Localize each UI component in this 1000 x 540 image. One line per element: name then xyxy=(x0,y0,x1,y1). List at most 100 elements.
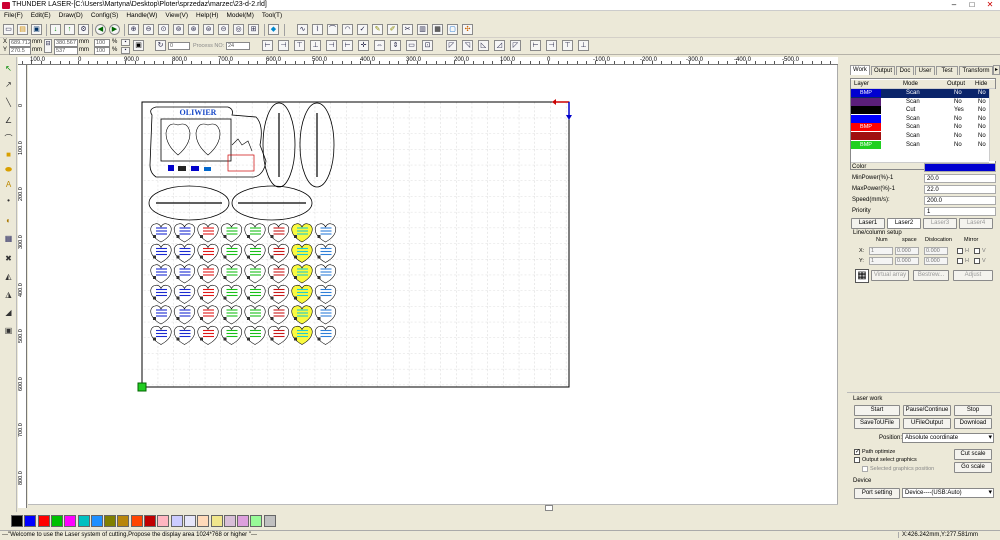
x-dislocation-field[interactable]: 0.000 xyxy=(924,247,948,255)
download-button[interactable]: Download xyxy=(954,418,992,429)
device-select[interactable]: Device----(USB:Auto) xyxy=(902,488,994,498)
open-file-icon[interactable]: ▤ xyxy=(17,24,28,35)
flip-tool-icon[interactable]: ◮ xyxy=(3,289,14,300)
palette-swatch[interactable] xyxy=(24,515,37,527)
node-tool-icon[interactable]: ↗ xyxy=(3,79,14,90)
layer-color-swatch[interactable] xyxy=(851,106,881,115)
layer-color-swatch[interactable]: BMP xyxy=(851,140,881,149)
cut-sort-icon[interactable]: ✂ xyxy=(402,24,413,35)
array-tool-icon[interactable]: ▣ xyxy=(3,325,14,336)
align-right-icon[interactable]: ⊣ xyxy=(278,40,289,51)
mirror-h-icon[interactable]: ▪ xyxy=(121,39,130,46)
stop-button[interactable]: Stop xyxy=(954,405,992,416)
cut-scale-button[interactable]: Cut scale xyxy=(954,449,992,460)
undo-icon[interactable]: ◀ xyxy=(95,24,106,35)
palette-swatch[interactable] xyxy=(210,515,223,527)
offset-icon[interactable]: ✐ xyxy=(387,24,398,35)
palette-swatch[interactable] xyxy=(37,515,50,527)
palette-swatch[interactable] xyxy=(223,515,236,527)
close-button[interactable]: ✕ xyxy=(981,0,999,10)
palette-swatch[interactable] xyxy=(144,515,156,527)
same-width-icon[interactable]: ⇔ xyxy=(374,40,385,51)
output-select-checkbox[interactable] xyxy=(854,457,860,463)
layer-color-swatch[interactable] xyxy=(924,163,996,172)
adjust-button[interactable]: Adjust xyxy=(953,270,993,281)
align-center-icon[interactable]: ✛ xyxy=(358,40,369,51)
y-position-field[interactable]: 270.5 xyxy=(9,47,31,55)
layer-color-swatch[interactable] xyxy=(851,97,881,106)
minpower-field[interactable]: 20.0 xyxy=(924,174,996,183)
palette-swatch[interactable] xyxy=(263,515,276,527)
layer-color-swatch[interactable]: BMP xyxy=(851,123,881,132)
scale-x-field[interactable]: 100 xyxy=(94,39,110,47)
palette-swatch[interactable] xyxy=(104,515,117,527)
v-spacing-icon[interactable]: ⊤ xyxy=(562,40,573,51)
redo-icon[interactable]: ▶ xyxy=(109,24,120,35)
lock-ratio-icon[interactable]: ⊟ xyxy=(44,39,52,53)
layer-row[interactable]: Cut Yes No xyxy=(851,106,989,115)
select-mode-icon[interactable]: ◆ xyxy=(268,24,279,35)
rotate-tool-icon[interactable]: ◢ xyxy=(3,307,14,318)
x-position-field[interactable]: 689.712 xyxy=(9,39,31,47)
position-select[interactable]: Absolute coordinate xyxy=(902,433,994,443)
curve-icon[interactable]: ∿ xyxy=(297,24,308,35)
palette-swatch[interactable] xyxy=(237,515,250,527)
zoom-page-icon[interactable]: ⊚ xyxy=(173,24,184,35)
same-size-icon[interactable]: ▭ xyxy=(406,40,417,51)
palette-swatch[interactable] xyxy=(183,515,196,527)
close-curve-icon[interactable]: ◠ xyxy=(342,24,353,35)
horizontal-scrollbar[interactable] xyxy=(28,504,838,511)
layer-color-swatch[interactable]: BMP xyxy=(851,89,881,97)
import-icon[interactable]: ↓ xyxy=(50,24,61,35)
scroll-thumb[interactable] xyxy=(545,505,553,511)
export-icon[interactable]: ↑ xyxy=(64,24,75,35)
laser4-tab[interactable]: Laser4 xyxy=(959,218,993,229)
palette-swatch[interactable] xyxy=(170,515,183,527)
layer-row[interactable]: Scan No No xyxy=(851,114,989,124)
lock-icon[interactable]: ▣ xyxy=(133,40,144,51)
x-mirror-h-checkbox[interactable] xyxy=(957,248,963,254)
align-left-icon[interactable]: ⊢ xyxy=(262,40,273,51)
h-spacing-icon[interactable]: ⊢ xyxy=(530,40,541,51)
palette-swatch[interactable] xyxy=(11,515,23,527)
rotate-field[interactable]: 0 xyxy=(168,42,190,50)
laser2-tab[interactable]: Laser2 xyxy=(887,218,921,229)
x-space-field[interactable]: 0.000 xyxy=(895,247,919,255)
laser3-tab[interactable]: Laser3 xyxy=(923,218,957,229)
align-top-icon[interactable]: ⊤ xyxy=(294,40,305,51)
y-dislocation-field[interactable]: 0.000 xyxy=(924,257,948,265)
bestrew-button[interactable]: Bestrew... xyxy=(913,270,949,281)
port-setting-button[interactable]: Port setting xyxy=(854,488,900,499)
tab-transform[interactable]: Transform xyxy=(959,66,993,75)
new-file-icon[interactable]: ▭ xyxy=(3,24,14,35)
maximize-button[interactable]: □ xyxy=(963,0,981,10)
polyline-tool-icon[interactable]: ∠ xyxy=(3,115,14,126)
ufile-output-button[interactable]: UFileOutput xyxy=(903,418,951,429)
layer-row[interactable]: BMP Scan No No xyxy=(851,140,989,150)
page-top-left-icon[interactable]: ◸ xyxy=(446,40,457,51)
go-scale-button[interactable]: Go scale xyxy=(954,462,992,473)
simulate-icon[interactable]: ▢ xyxy=(447,24,458,35)
palette-swatch[interactable] xyxy=(77,515,90,527)
scale-y-field[interactable]: 100 xyxy=(94,47,110,55)
menu-draw[interactable]: Draw(D) xyxy=(55,11,87,19)
tab-work[interactable]: Work xyxy=(850,65,870,75)
drawing-canvas[interactable]: OLIWIER xyxy=(28,65,838,508)
zoom-real-icon[interactable]: ◎ xyxy=(233,24,244,35)
y-space-field[interactable]: 0.000 xyxy=(895,257,919,265)
priority-field[interactable]: 1 xyxy=(924,207,996,216)
grid-tool-icon[interactable]: ▦ xyxy=(3,233,14,244)
align-bottom-icon[interactable]: ⊥ xyxy=(310,40,321,51)
point-tool-icon[interactable]: • xyxy=(3,195,14,206)
tab-output[interactable]: Output xyxy=(871,66,895,75)
zoom-select-icon[interactable]: ⊛ xyxy=(188,24,199,35)
menu-file[interactable]: File(F) xyxy=(0,11,27,19)
save-icon[interactable]: ▣ xyxy=(31,24,42,35)
page-bottom-right-icon[interactable]: ◿ xyxy=(494,40,505,51)
menu-view[interactable]: View(V) xyxy=(161,11,192,19)
layer-row[interactable]: Scan No No xyxy=(851,97,989,107)
virtual-array-button[interactable]: Virtual array xyxy=(871,270,909,281)
bitmap-icon[interactable]: ▦ xyxy=(432,24,443,35)
ellipse-tool-icon[interactable]: ⬬ xyxy=(3,164,14,175)
mirror-tool-icon[interactable]: ◭ xyxy=(3,271,14,282)
